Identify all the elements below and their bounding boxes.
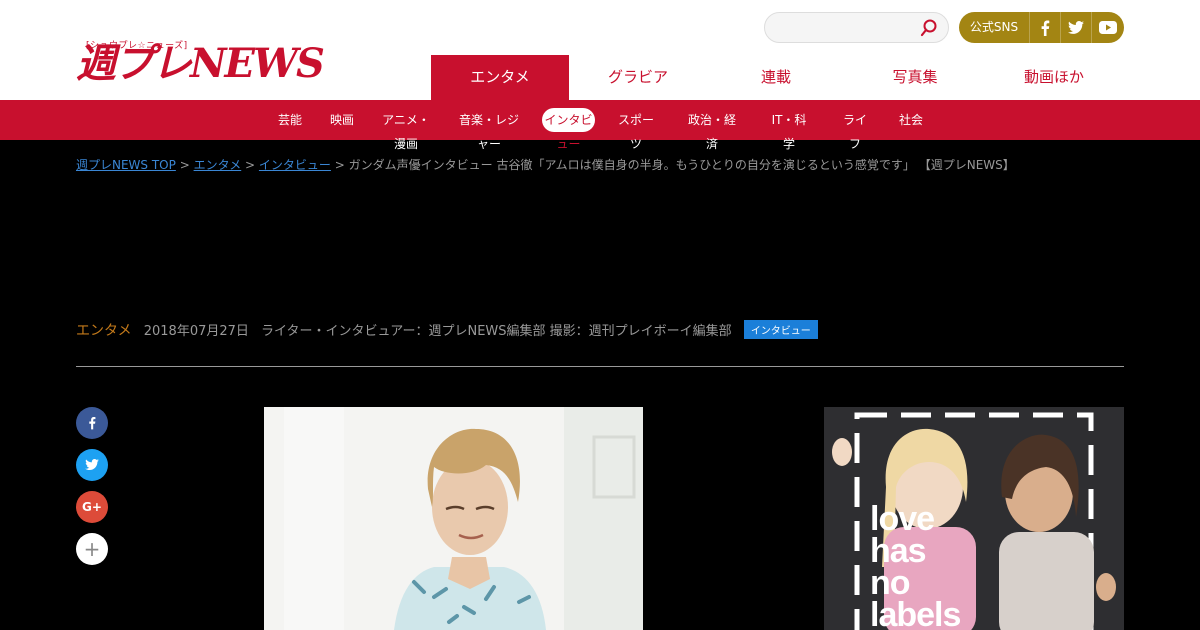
- sub-nav-sports[interactable]: スポーツ: [616, 108, 656, 151]
- breadcrumb-current: ガンダム声優インタビュー 古谷徹「アムロは僕自身の半身。もうひとりの自分を演じる…: [348, 158, 1015, 172]
- share-google-plus-icon[interactable]: G+: [76, 491, 108, 523]
- search-icon[interactable]: [920, 19, 938, 37]
- main-nav-photobook[interactable]: 写真集: [846, 55, 984, 100]
- article-author: ライター・インタビュアー：週プレNEWS編集部 撮影：週刊プレイボーイ編集部: [261, 324, 732, 339]
- header-divider: [76, 366, 1124, 367]
- facebook-icon[interactable]: [1029, 12, 1060, 43]
- breadcrumb-level1[interactable]: エンタメ: [194, 158, 242, 172]
- breadcrumb-home[interactable]: 週プレNEWS TOP: [76, 158, 176, 172]
- logo-wordmark: 週プレNEWS: [76, 40, 325, 87]
- sub-nav-society[interactable]: 社会: [898, 108, 924, 132]
- article-category[interactable]: エンタメ: [76, 323, 132, 339]
- sub-nav-anime[interactable]: アニメ・漫画: [380, 108, 432, 151]
- sub-nav: 芸能 映画 アニメ・漫画 音楽・レジャー インタビュー スポーツ 政治・経済 I…: [0, 100, 1200, 151]
- twitter-icon[interactable]: [1060, 12, 1091, 43]
- breadcrumb-level2[interactable]: インタビュー: [259, 158, 331, 172]
- share-more-icon[interactable]: +: [76, 533, 108, 565]
- sub-nav-movie[interactable]: 映画: [328, 108, 356, 132]
- sidebar-ad[interactable]: love has no labels: [824, 407, 1124, 630]
- ad-slogan-line: labels: [870, 596, 961, 630]
- sub-nav-life[interactable]: ライフ: [840, 108, 870, 151]
- main-nav: エンタメ グラビア 連載 写真集 動画ほか: [431, 55, 1124, 100]
- search-input[interactable]: [777, 18, 917, 38]
- ad-slogan-line: no: [870, 564, 911, 602]
- breadcrumb-separator: >: [179, 158, 194, 172]
- sns-bar: 公式SNS: [959, 12, 1124, 43]
- ad-slogan-line: love: [870, 500, 935, 538]
- sub-nav-politics[interactable]: 政治・経済: [684, 108, 740, 151]
- breadcrumb: 週プレNEWS TOP > エンタメ > インタビュー > ガンダム声優インタビ…: [76, 156, 1015, 173]
- breadcrumb-separator: >: [245, 158, 259, 172]
- sub-nav-it[interactable]: IT・科学: [768, 108, 810, 151]
- article-meta: エンタメ 2018年07月27日 ライター・インタビュアー：週プレNEWS編集部…: [76, 320, 818, 340]
- main-nav-serial[interactable]: 連載: [707, 55, 845, 100]
- ad-slogan: love has no labels: [870, 500, 961, 630]
- article-date: 2018年07月27日: [143, 324, 249, 339]
- site-logo[interactable]: [シュウプレ☆ニューズ] 週プレNEWS: [76, 38, 348, 88]
- article-tag-badge[interactable]: インタビュー: [743, 320, 818, 339]
- sub-nav-geinou[interactable]: 芸能: [276, 108, 304, 132]
- site-header: [シュウプレ☆ニューズ] 週プレNEWS 公式SNS エンタメ グラビア 連載 …: [0, 0, 1200, 100]
- sub-nav-music[interactable]: 音楽・レジャー: [456, 108, 522, 151]
- share-twitter-icon[interactable]: [76, 449, 108, 481]
- sns-label: 公式SNS: [969, 20, 1019, 34]
- main-nav-entertainment[interactable]: エンタメ: [431, 55, 569, 100]
- ad-slogan-line: has: [870, 532, 927, 570]
- main-nav-gravure[interactable]: グラビア: [569, 55, 707, 100]
- main-nav-video[interactable]: 動画ほか: [985, 55, 1123, 100]
- search-box: [764, 12, 949, 43]
- article-main-photo: [264, 407, 643, 630]
- breadcrumb-separator: >: [334, 158, 349, 172]
- youtube-icon[interactable]: [1091, 12, 1124, 43]
- share-facebook-icon[interactable]: [76, 407, 108, 439]
- sub-nav-interview[interactable]: インタビュー: [542, 108, 595, 151]
